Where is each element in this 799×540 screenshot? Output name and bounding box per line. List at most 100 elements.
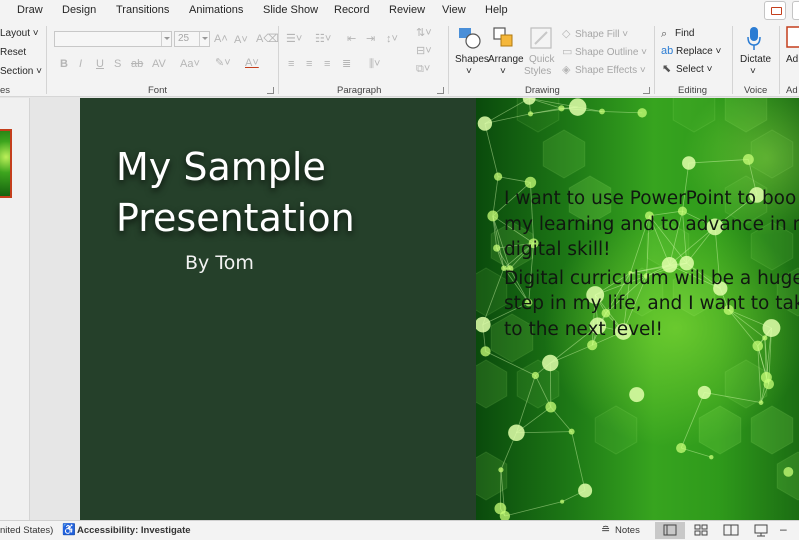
zoom-out-button[interactable]: – (780, 522, 787, 536)
dictate-dropdown-icon[interactable]: ˅ (750, 66, 756, 77)
slide-title[interactable]: My Sample Presentation (116, 142, 456, 244)
section-button[interactable]: Section ˅ (0, 66, 42, 77)
select-button[interactable]: Select ˅ (676, 64, 712, 75)
replace-button[interactable]: Replace ˅ (676, 46, 721, 57)
align-right-icon[interactable]: ≡ (324, 58, 330, 70)
shape-effects-button[interactable]: Shape Effects ˅ (575, 65, 646, 76)
shape-outline-button[interactable]: Shape Outline ˅ (575, 47, 647, 58)
add-ins-button[interactable]: Ad (786, 54, 798, 65)
slide-sorter-view-button[interactable] (686, 522, 716, 539)
tab-design[interactable]: Design (62, 4, 96, 16)
shapes-icon[interactable] (458, 26, 482, 50)
thumbnail-pane (0, 98, 80, 522)
status-bar: nited States) ♿ Accessibility: Investiga… (0, 520, 799, 540)
group-separator (732, 26, 733, 94)
group-separator (278, 26, 279, 94)
normal-view-button[interactable] (655, 522, 685, 539)
notes-button[interactable]: Notes (615, 525, 640, 536)
shadow-text-icon[interactable]: S (114, 58, 121, 70)
character-spacing-icon[interactable]: AV (152, 58, 166, 70)
font-dialog-launcher[interactable] (267, 87, 274, 94)
arrange-button[interactable]: Arrange (488, 54, 524, 65)
smartart-icon[interactable]: ⧉˅ (416, 63, 430, 75)
quick-styles-icon[interactable] (529, 26, 553, 50)
drawing-dialog-launcher[interactable] (643, 87, 650, 94)
microphone-icon[interactable] (746, 26, 762, 52)
font-group-label: Font (148, 85, 168, 96)
highlight-icon[interactable]: ✎˅ (215, 57, 231, 69)
body-paragraph: I want to use PowerPoint to boo my learn… (504, 188, 799, 260)
slide-show-view-button[interactable] (746, 522, 776, 539)
group-separator (46, 26, 47, 94)
strikethrough-icon[interactable]: ab (131, 58, 143, 70)
accessibility-status[interactable]: Accessibility: Investigate (77, 525, 191, 536)
replace-icon: ab (661, 45, 674, 57)
select-icon: ⬉ (662, 63, 672, 75)
font-size-value: 25 (178, 33, 190, 44)
slide-thumbnail-1[interactable] (0, 129, 12, 198)
decrease-indent-icon[interactable]: ⇤ (347, 33, 356, 45)
language-status[interactable]: nited States) (0, 525, 53, 536)
tab-draw[interactable]: Draw (17, 4, 43, 16)
find-button[interactable]: Find (675, 28, 694, 39)
ribbon-tab-bar: Draw Design Transitions Animations Slide… (0, 0, 799, 22)
text-direction-icon[interactable]: ⇅˅ (416, 27, 432, 39)
arrange-dropdown-icon[interactable]: ˅ (500, 66, 506, 77)
bold-icon[interactable]: B (60, 58, 68, 70)
bullets-icon[interactable]: ☰˅ (286, 33, 302, 45)
reading-view-button[interactable] (716, 522, 746, 539)
editing-group-label: Editing (678, 85, 708, 96)
increase-indent-icon[interactable]: ⇥ (366, 33, 375, 45)
group-separator (448, 26, 449, 94)
quick-styles-button[interactable]: Styles (524, 66, 551, 77)
columns-icon[interactable]: ⫼˅ (369, 58, 380, 70)
italic-icon[interactable]: I (79, 58, 82, 70)
justify-icon[interactable]: ≣ (342, 58, 351, 70)
body-paragraph: Digital curriculum will be a huge step i… (504, 267, 799, 340)
add-ins-group-label: Ad (786, 85, 798, 96)
increase-font-size-icon[interactable]: A˄ (214, 33, 228, 45)
arrange-icon[interactable] (492, 26, 516, 50)
underline-icon[interactable]: U (96, 58, 104, 70)
shape-fill-button[interactable]: Shape Fill ˅ (575, 29, 628, 40)
paragraph-group-label: Paragraph (337, 85, 382, 96)
align-left-icon[interactable]: ≡ (288, 58, 294, 70)
shape-fill-icon: ◇ (562, 28, 571, 40)
slide-body-text[interactable]: I want to use PowerPoint to boo my learn… (504, 186, 799, 345)
align-text-icon[interactable]: ⊟˅ (416, 45, 432, 57)
align-center-icon[interactable]: ≡ (306, 58, 312, 70)
share-button[interactable] (792, 1, 799, 20)
tab-animations[interactable]: Animations (189, 4, 243, 16)
slides-group-label: es (0, 85, 11, 96)
change-case-icon[interactable]: Aa˅ (180, 58, 200, 70)
slide-canvas[interactable]: My Sample Presentation By Tom I want to … (80, 98, 799, 520)
line-spacing-icon[interactable]: ↕˅ (386, 33, 398, 45)
dictate-button[interactable]: Dictate (740, 54, 771, 65)
decrease-font-size-icon[interactable]: A˅ (234, 34, 248, 46)
font-name-combo[interactable] (54, 31, 172, 47)
slide-subtitle[interactable]: By Tom (185, 252, 254, 274)
tab-view[interactable]: View (442, 4, 466, 16)
tab-help[interactable]: Help (485, 4, 508, 16)
tab-transitions[interactable]: Transitions (116, 4, 169, 16)
comments-button[interactable] (764, 1, 786, 20)
tab-slide-show[interactable]: Slide Show (263, 4, 318, 16)
add-ins-icon[interactable] (786, 26, 799, 50)
notes-icon: ≘ (601, 524, 611, 536)
reset-button[interactable]: Reset (0, 47, 26, 58)
layout-button[interactable]: Layout ˅ (0, 28, 39, 39)
group-separator (654, 26, 655, 94)
clear-formatting-icon[interactable]: A⌫ (256, 33, 279, 45)
numbering-icon[interactable]: ☷˅ (315, 33, 331, 45)
paragraph-dialog-launcher[interactable] (437, 87, 444, 94)
accessibility-icon: ♿ (62, 524, 76, 536)
shapes-button[interactable]: Shapes (455, 54, 489, 65)
tab-record[interactable]: Record (334, 4, 369, 16)
font-size-combo[interactable]: 25 (174, 31, 210, 47)
font-color-icon[interactable]: A˅ (245, 57, 259, 69)
shape-outline-icon: ▭ (562, 46, 573, 58)
tab-review[interactable]: Review (389, 4, 425, 16)
shapes-dropdown-icon[interactable]: ˅ (466, 66, 472, 77)
ribbon: Layout ˅ Reset Section ˅ es 25 A˄ A˅ A⌫ … (0, 22, 799, 97)
quick-label: Quick (529, 54, 555, 65)
